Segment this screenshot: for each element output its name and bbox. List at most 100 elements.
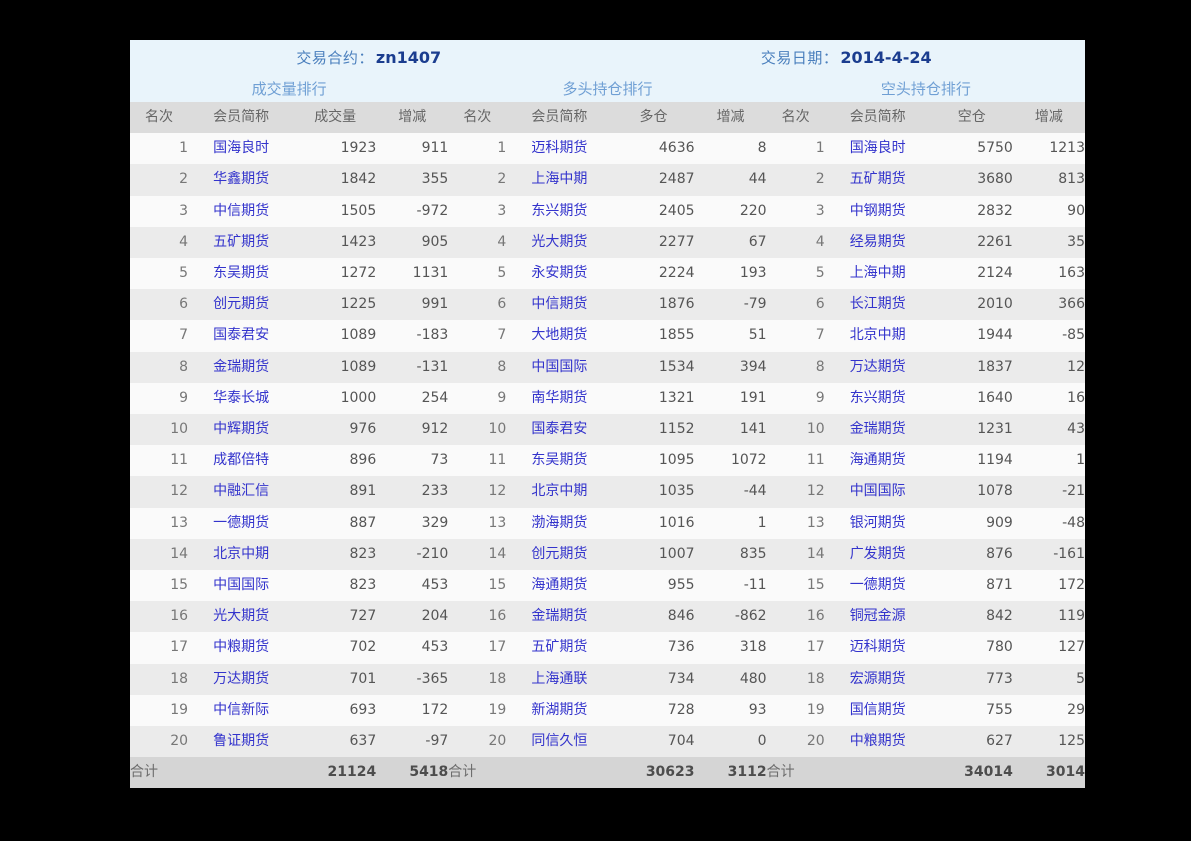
cell-member-3[interactable]: 北京中期 bbox=[825, 320, 931, 351]
cell-member-2[interactable]: 光大期货 bbox=[506, 227, 612, 258]
cell-member-3[interactable]: 海通期货 bbox=[825, 445, 931, 476]
cell-member-2[interactable]: 大地期货 bbox=[506, 320, 612, 351]
cell-member-2[interactable]: 金瑞期货 bbox=[506, 601, 612, 632]
cell-member-1[interactable]: 光大期货 bbox=[188, 601, 294, 632]
cell-short-delta: 29 bbox=[1067, 701, 1085, 718]
cell-member-2[interactable]: 中国国际 bbox=[506, 352, 612, 383]
cell-member-1[interactable]: 华泰长城 bbox=[188, 383, 294, 414]
cell-member-2[interactable]: 北京中期 bbox=[506, 476, 612, 507]
futures-ranking-table: 交易合约： zn1407 交易日期： 2014-4-24 成交量排行 多头持仓排行 … bbox=[130, 40, 1085, 789]
cell-member-1[interactable]: 中融汇信 bbox=[188, 476, 294, 507]
cell-short: 1944 bbox=[977, 327, 1013, 344]
ranking-grid: 名次 会员简称 成交量 增减 名次 会员简称 多仓 增减 名次 会员简称 空仓 … bbox=[130, 102, 1085, 789]
cell-member-2[interactable]: 创元期货 bbox=[506, 539, 612, 570]
cell-member-1[interactable]: 中信期货 bbox=[188, 196, 294, 227]
cell-rank-1: 13 bbox=[170, 514, 189, 531]
cell-member-3[interactable]: 金瑞期货 bbox=[825, 414, 931, 445]
cell-member-2[interactable]: 上海通联 bbox=[506, 664, 612, 695]
cell-member-1[interactable]: 东吴期货 bbox=[188, 258, 294, 289]
cell-member-3[interactable]: 广发期货 bbox=[825, 539, 931, 570]
table-row: 4 五矿期货 1423 905 4 光大期货 2277 67 4 经易期货 2261 35 bbox=[130, 226, 1085, 259]
cell-member-1[interactable]: 北京中期 bbox=[188, 539, 294, 570]
cell-member-3[interactable]: 迈科期货 bbox=[825, 632, 931, 663]
cell-member-2[interactable]: 东兴期货 bbox=[506, 196, 612, 227]
cell-member-2[interactable]: 新湖期货 bbox=[506, 695, 612, 726]
cell-member-1[interactable]: 金瑞期货 bbox=[188, 352, 294, 383]
cell-member-2[interactable]: 南华期货 bbox=[506, 383, 612, 414]
cell-long-delta: 480 bbox=[739, 670, 767, 687]
col-header-member-1[interactable]: 会员简称 bbox=[188, 102, 294, 133]
cell-volume: 1923 bbox=[340, 140, 377, 157]
cell-long-delta: 835 bbox=[739, 545, 767, 562]
cell-rank-3: 11 bbox=[806, 452, 825, 469]
cell-member-1[interactable]: 一德期货 bbox=[188, 508, 294, 539]
cell-member-2[interactable]: 渤海期货 bbox=[506, 508, 612, 539]
cell-member-3[interactable]: 国信期货 bbox=[825, 695, 931, 726]
cell-member-1[interactable]: 创元期货 bbox=[188, 289, 294, 320]
cell-member-3[interactable]: 中钢期货 bbox=[825, 196, 931, 227]
cell-member-1[interactable]: 华鑫期货 bbox=[188, 164, 294, 195]
cell-member-2[interactable]: 迈科期货 bbox=[506, 133, 612, 164]
cell-member-1[interactable]: 中粮期货 bbox=[188, 632, 294, 663]
col-header-rank-2[interactable]: 名次 bbox=[448, 102, 506, 133]
cell-long-delta: 193 bbox=[739, 265, 767, 282]
cell-member-1[interactable]: 中国国际 bbox=[188, 570, 294, 601]
col-header-delta-3[interactable]: 增减 bbox=[1013, 102, 1085, 133]
cell-member-3[interactable]: 万达期货 bbox=[825, 352, 931, 383]
col-header-member-3[interactable]: 会员简称 bbox=[825, 102, 931, 133]
cell-member-3[interactable]: 中国国际 bbox=[825, 476, 931, 507]
banner-info-row: 交易合约： zn1407 交易日期： 2014-4-24 bbox=[130, 40, 1085, 74]
cell-member-2[interactable]: 永安期货 bbox=[506, 258, 612, 289]
cell-rank-2: 8 bbox=[497, 358, 507, 375]
table-row: 15 中国国际 823 453 15 海通期货 955 -11 15 一德期货 871 172 bbox=[130, 570, 1085, 602]
col-header-long[interactable]: 多仓 bbox=[612, 102, 694, 133]
cell-member-3[interactable]: 银河期货 bbox=[825, 508, 931, 539]
cell-member-1[interactable]: 五矿期货 bbox=[188, 227, 294, 258]
cell-member-3[interactable]: 一德期货 bbox=[825, 570, 931, 601]
cell-member-1[interactable]: 万达期货 bbox=[188, 664, 294, 695]
cell-member-1[interactable]: 中辉期货 bbox=[188, 414, 294, 445]
col-header-volume[interactable]: 成交量 bbox=[294, 102, 376, 133]
section-title-volume: 成交量排行 bbox=[251, 79, 327, 98]
cell-member-3[interactable]: 上海中期 bbox=[825, 258, 931, 289]
cell-member-1[interactable]: 成都倍特 bbox=[188, 445, 294, 476]
cell-member-1[interactable]: 国泰君安 bbox=[188, 320, 294, 351]
cell-volume-delta: 911 bbox=[421, 140, 449, 157]
col-header-delta-1[interactable]: 增减 bbox=[376, 102, 448, 133]
cell-member-1[interactable]: 中信新际 bbox=[188, 695, 294, 726]
cell-member-2[interactable]: 同信久恒 bbox=[506, 726, 612, 757]
cell-volume: 823 bbox=[349, 577, 377, 594]
cell-member-3[interactable]: 经易期货 bbox=[825, 227, 931, 258]
table-banner: 交易合约： zn1407 交易日期： 2014-4-24 成交量排行 多头持仓排行 … bbox=[130, 40, 1085, 102]
cell-rank-1: 4 bbox=[179, 233, 189, 250]
cell-member-3[interactable]: 宏源期货 bbox=[825, 664, 931, 695]
cell-long-delta: 67 bbox=[748, 233, 767, 250]
cell-member-3[interactable]: 中粮期货 bbox=[825, 726, 931, 757]
cell-rank-2: 13 bbox=[488, 514, 507, 531]
cell-member-3[interactable]: 东兴期货 bbox=[825, 383, 931, 414]
cell-member-1[interactable]: 国海良时 bbox=[188, 133, 294, 164]
col-header-rank-1[interactable]: 名次 bbox=[130, 102, 188, 133]
cell-volume-delta: 1131 bbox=[412, 265, 449, 282]
cell-rank-1: 12 bbox=[170, 483, 189, 500]
cell-member-2[interactable]: 五矿期货 bbox=[506, 632, 612, 663]
col-header-short[interactable]: 空仓 bbox=[931, 102, 1013, 133]
cell-member-2[interactable]: 海通期货 bbox=[506, 570, 612, 601]
col-header-rank-3[interactable]: 名次 bbox=[767, 102, 825, 133]
cell-member-2[interactable]: 国泰君安 bbox=[506, 414, 612, 445]
cell-member-1[interactable]: 鲁证期货 bbox=[188, 726, 294, 757]
cell-rank-3: 8 bbox=[815, 358, 825, 375]
cell-volume-delta: 912 bbox=[421, 421, 449, 438]
cell-member-2[interactable]: 东吴期货 bbox=[506, 445, 612, 476]
cell-long: 728 bbox=[667, 701, 695, 718]
cell-member-3[interactable]: 国海良时 bbox=[825, 133, 931, 164]
cell-member-2[interactable]: 中信期货 bbox=[506, 289, 612, 320]
cell-member-3[interactable]: 五矿期货 bbox=[825, 164, 931, 195]
cell-member-3[interactable]: 铜冠金源 bbox=[825, 601, 931, 632]
cell-volume-delta: 73 bbox=[430, 452, 449, 469]
cell-member-3[interactable]: 长江期货 bbox=[825, 289, 931, 320]
cell-member-2[interactable]: 上海中期 bbox=[506, 164, 612, 195]
col-header-delta-2[interactable]: 增减 bbox=[695, 102, 767, 133]
cell-short: 2261 bbox=[977, 233, 1013, 250]
col-header-member-2[interactable]: 会员简称 bbox=[506, 102, 612, 133]
